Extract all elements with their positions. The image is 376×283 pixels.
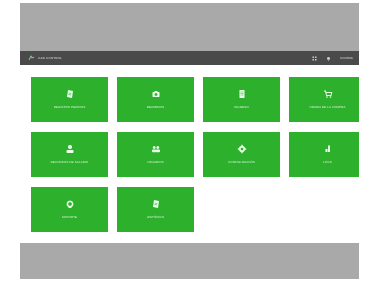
brand[interactable]: CAR CONTROL xyxy=(28,54,63,62)
dashboard: REGISTRO PEDIDOS RECIBIDOS INGRESO ORDEN… xyxy=(20,65,359,243)
tile-recibidos[interactable]: RECIBIDOS xyxy=(117,77,194,122)
tile-logs[interactable]: LOGS xyxy=(289,132,359,177)
tile-historico[interactable]: HISTÓRICO xyxy=(117,187,194,232)
tile-label: HISTÓRICO xyxy=(146,215,165,219)
brand-name: CAR CONTROL xyxy=(38,56,63,60)
brand-logo-icon xyxy=(28,54,35,62)
bottom-bezel xyxy=(20,243,359,279)
cart-icon xyxy=(323,89,333,99)
tile-label: LOGS xyxy=(323,160,332,164)
tile-label: REGISTRO PEDIDOS xyxy=(53,105,86,109)
camera-icon xyxy=(151,89,161,99)
user-menu[interactable]: NOMBRE xyxy=(340,56,353,60)
bar-icon xyxy=(323,144,333,154)
tile-label: USUARIOS xyxy=(147,160,164,164)
tile-recursos-de-salario[interactable]: RECURSOS DE SALARIO xyxy=(31,132,108,177)
headset-icon xyxy=(65,199,75,209)
tile-label: SOPORTE xyxy=(61,215,78,219)
tile-usuarios[interactable]: USUARIOS xyxy=(117,132,194,177)
device-screen: CAR CONTROL NOMBRE REGISTRO PEDIDOS RECI… xyxy=(20,3,359,279)
tile-label: RECURSOS DE SALARIO xyxy=(50,160,89,164)
bell-icon[interactable] xyxy=(326,56,331,61)
gear-icon xyxy=(237,144,247,154)
clipboard-icon xyxy=(65,89,75,99)
tile-registro-pedidos[interactable]: REGISTRO PEDIDOS xyxy=(31,77,108,122)
tile-label: CONFIGURACIÓN xyxy=(228,160,255,164)
tile-ingreso[interactable]: INGRESO xyxy=(203,77,280,122)
tile-soporte[interactable]: SOPORTE xyxy=(31,187,108,232)
users-icon xyxy=(151,144,161,154)
notebook-icon xyxy=(151,199,161,209)
tile-label: RECIBIDOS xyxy=(146,105,165,109)
grid-icon[interactable] xyxy=(312,56,317,61)
app-bar: CAR CONTROL NOMBRE xyxy=(20,51,359,65)
document-icon xyxy=(237,89,247,99)
tile-label: INGRESO xyxy=(234,105,249,109)
tile-configuracion[interactable]: CONFIGURACIÓN xyxy=(203,132,280,177)
tile-label: ORDEN DE LA COMPRA xyxy=(309,105,346,109)
tile-orden-de-la-compra[interactable]: ORDEN DE LA COMPRA xyxy=(289,77,359,122)
top-bezel xyxy=(20,3,359,51)
person-icon xyxy=(65,144,75,154)
